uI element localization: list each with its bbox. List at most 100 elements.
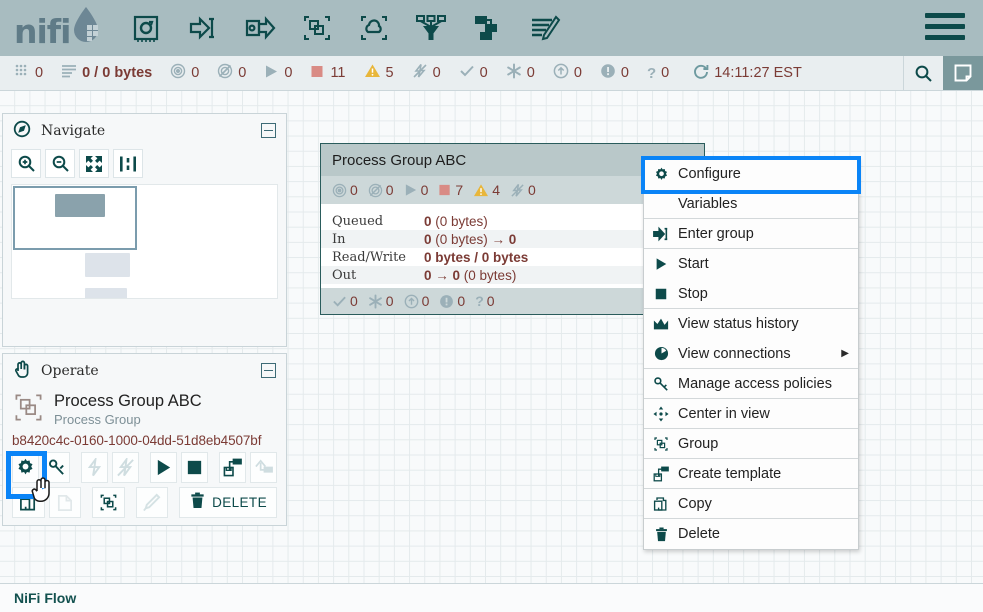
processor-tool[interactable] <box>129 11 163 45</box>
breadcrumb-bar: NiFi Flow <box>0 583 983 612</box>
stopped-icon <box>310 64 325 83</box>
output-port-tool[interactable] <box>243 11 277 45</box>
input-port-tool[interactable] <box>186 11 220 45</box>
enable-button[interactable] <box>81 452 108 483</box>
zoom-out-button[interactable] <box>45 149 75 178</box>
pg-stat-stale: 0 <box>404 293 430 309</box>
gear-icon <box>653 167 669 182</box>
label-tool[interactable] <box>528 11 562 45</box>
compass-icon <box>13 120 31 142</box>
process-group-tool[interactable] <box>300 11 334 45</box>
pg-stat-stopped: 7 <box>438 182 463 198</box>
status-queued: 0 / 0 bytes <box>61 63 152 83</box>
navigate-zoom-controls <box>3 147 286 182</box>
disabled-icon <box>412 63 428 83</box>
disable-button[interactable] <box>112 452 139 483</box>
remote-process-group-tool[interactable] <box>357 11 391 45</box>
copy-button[interactable] <box>12 487 45 518</box>
menu-item-label: Group <box>678 436 718 452</box>
not-transmitting-icon <box>217 63 233 83</box>
status-stale: 0 <box>553 63 582 83</box>
operate-panel-title: Operate <box>41 363 99 379</box>
operate-component-type: Process Group <box>54 411 202 428</box>
breadcrumb[interactable]: NiFi Flow <box>14 590 76 606</box>
navigate-panel-header: Navigate <box>3 114 286 147</box>
menu-item-manage-access-policies[interactable]: Manage access policies <box>644 369 858 399</box>
configure-button[interactable] <box>12 452 39 483</box>
play-icon <box>653 257 669 271</box>
status-disabled: 0 <box>412 63 441 83</box>
search-icon[interactable] <box>903 56 943 90</box>
menu-item-delete[interactable]: Delete <box>644 519 858 549</box>
nifi-logo: nifi <box>14 7 101 49</box>
menu-item-label: Delete <box>678 526 720 542</box>
menu-item-variables[interactable]: Variables <box>644 189 858 219</box>
menu-item-start[interactable]: Start <box>644 249 858 279</box>
menu-item-copy[interactable]: Copy <box>644 489 858 519</box>
menu-item-label: View status history <box>678 316 799 332</box>
upload-template-button[interactable] <box>250 452 277 483</box>
group-button[interactable] <box>92 487 125 518</box>
menu-item-group[interactable]: Group <box>644 429 858 459</box>
key-icon <box>653 376 669 392</box>
menu-item-label: Copy <box>678 496 712 512</box>
menu-item-label: Configure <box>678 166 741 182</box>
pg-stat-up-to-date: 0 <box>332 293 358 309</box>
stop-button[interactable] <box>181 452 208 483</box>
pg-readwrite-value: 0 bytes / 0 bytes <box>424 250 528 265</box>
navigate-minimap[interactable] <box>11 184 278 299</box>
refresh-icon[interactable] <box>692 63 709 84</box>
locally-modified-and-stale-icon <box>600 63 616 83</box>
menu-item-view-status-history[interactable]: View status history <box>644 309 858 339</box>
operate-panel-header: Operate <box>3 354 286 387</box>
pg-out-value: 0 → 0 (0 bytes) <box>424 268 516 283</box>
status-transmitting: 0 <box>170 63 199 83</box>
operate-buttons-row-2: DELETE <box>12 487 277 518</box>
collapse-icon[interactable] <box>261 123 276 138</box>
menu-item-configure[interactable]: Configure <box>644 159 858 189</box>
menu-item-label: Start <box>678 256 709 272</box>
menu-item-center-in-view[interactable]: Center in view <box>644 399 858 429</box>
menu-item-stop[interactable]: Stop <box>644 279 858 309</box>
menu-item-label: Variables <box>678 196 737 212</box>
menu-item-create-template[interactable]: Create template <box>644 459 858 489</box>
notepad-icon[interactable] <box>943 56 983 90</box>
up-to-date-icon <box>459 63 475 83</box>
pg-stat-not-transmitting: 0 <box>368 182 394 198</box>
hand-pointer-icon <box>13 360 31 382</box>
enable-transmission-button[interactable] <box>43 452 70 483</box>
hamburger-menu-icon[interactable] <box>925 13 965 46</box>
paste-button[interactable] <box>49 487 82 518</box>
delete-button-label: DELETE <box>212 495 267 510</box>
pg-stat-transmitting: 0 <box>332 182 358 198</box>
change-color-button[interactable] <box>136 487 169 518</box>
invalid-icon <box>364 63 381 83</box>
pg-queued-value: 0 (0 bytes) <box>424 214 488 229</box>
minimap-viewport[interactable] <box>13 186 137 250</box>
status-stopped: 11 <box>310 64 345 83</box>
zoom-in-button[interactable] <box>11 149 41 178</box>
collapse-icon[interactable] <box>261 363 276 378</box>
menu-item-label: Enter group <box>678 226 754 242</box>
minimap-component <box>85 288 127 299</box>
enter-group-icon <box>653 226 669 242</box>
funnel-tool[interactable] <box>414 11 448 45</box>
menu-item-enter-group[interactable]: Enter group <box>644 219 858 249</box>
locally-modified-icon <box>506 63 522 83</box>
operate-panel: Operate Process Group ABC Process Group … <box>2 353 287 526</box>
menu-item-view-connections[interactable]: View connections ▶ <box>644 339 858 369</box>
status-bar: 0 0 / 0 bytes 0 0 0 <box>0 56 983 91</box>
water-drop-icon <box>71 5 101 48</box>
zoom-fit-button[interactable] <box>79 149 109 178</box>
delete-button[interactable]: DELETE <box>179 487 277 518</box>
menu-item-label: Create template <box>678 466 781 482</box>
menu-item-label: Stop <box>678 286 708 302</box>
create-template-button[interactable] <box>219 452 246 483</box>
template-tool[interactable] <box>471 11 505 45</box>
pg-stat-locally-modified: 0 <box>368 293 394 309</box>
start-button[interactable] <box>150 452 177 483</box>
copy-icon <box>653 496 669 512</box>
stale-icon <box>553 63 569 83</box>
actual-size-button[interactable] <box>113 149 143 178</box>
connections-icon <box>653 346 669 361</box>
